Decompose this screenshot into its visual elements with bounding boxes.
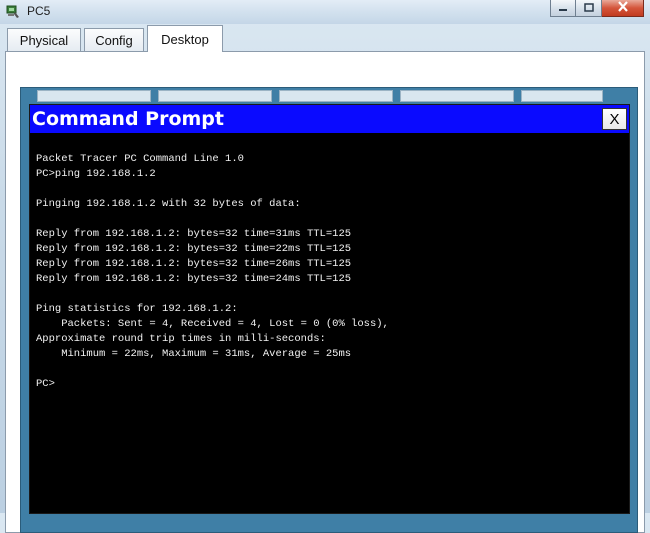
terminal-line: Packets: Sent = 4, Received = 4, Lost = … bbox=[36, 318, 389, 330]
terminal-line: Reply from 192.168.1.2: bytes=32 time=22… bbox=[36, 243, 352, 255]
terminal-line: Packet Tracer PC Command Line 1.0 bbox=[36, 153, 244, 165]
desktop-app-strip bbox=[37, 90, 151, 102]
command-prompt-window[interactable]: Command Prompt X Packet Tracer PC Comman… bbox=[29, 104, 630, 514]
minimize-icon bbox=[558, 0, 568, 17]
desktop-panel: Command Prompt X Packet Tracer PC Comman… bbox=[5, 51, 645, 533]
terminal-line: Reply from 192.168.1.2: bytes=32 time=26… bbox=[36, 258, 352, 270]
close-button[interactable] bbox=[602, 0, 644, 17]
terminal-line: PC> bbox=[36, 378, 55, 390]
window-title-bar[interactable]: PC5 bbox=[0, 0, 650, 24]
terminal-output[interactable]: Packet Tracer PC Command Line 1.0 PC>ping… bbox=[36, 152, 389, 392]
terminal-line: Approximate round trip times in milli-se… bbox=[36, 333, 326, 345]
terminal-line: Minimum = 22ms, Maximum = 31ms, Average … bbox=[36, 348, 352, 360]
tab-area: Physical Config Desktop Command Prompt X… bbox=[0, 24, 650, 533]
desktop-app-strip bbox=[521, 90, 603, 102]
minimize-button[interactable] bbox=[550, 0, 576, 17]
terminal-line: Reply from 192.168.1.2: bytes=32 time=24… bbox=[36, 273, 352, 285]
command-prompt-title-bar[interactable]: Command Prompt X bbox=[30, 105, 629, 133]
terminal-line: PC>ping 192.168.1.2 bbox=[36, 168, 156, 180]
pc-icon bbox=[6, 5, 20, 19]
tab-desktop[interactable]: Desktop bbox=[147, 25, 223, 52]
terminal-line: Pinging 192.168.1.2 with 32 bytes of dat… bbox=[36, 198, 301, 210]
maximize-button[interactable] bbox=[576, 0, 602, 17]
command-prompt-close-button[interactable]: X bbox=[602, 108, 627, 130]
command-prompt-title: Command Prompt bbox=[32, 108, 224, 130]
tab-config[interactable]: Config bbox=[84, 28, 144, 51]
terminal-line: Ping statistics for 192.168.1.2: bbox=[36, 303, 238, 315]
maximize-icon bbox=[583, 0, 594, 17]
desktop-app-strip bbox=[279, 90, 393, 102]
window-title: PC5 bbox=[27, 4, 51, 18]
desktop-app-strip bbox=[400, 90, 514, 102]
tab-physical[interactable]: Physical bbox=[7, 28, 81, 51]
desktop-background: Command Prompt X Packet Tracer PC Comman… bbox=[20, 87, 638, 533]
close-icon bbox=[617, 0, 629, 17]
desktop-app-strip bbox=[158, 90, 272, 102]
terminal-line: Reply from 192.168.1.2: bytes=32 time=31… bbox=[36, 228, 352, 240]
